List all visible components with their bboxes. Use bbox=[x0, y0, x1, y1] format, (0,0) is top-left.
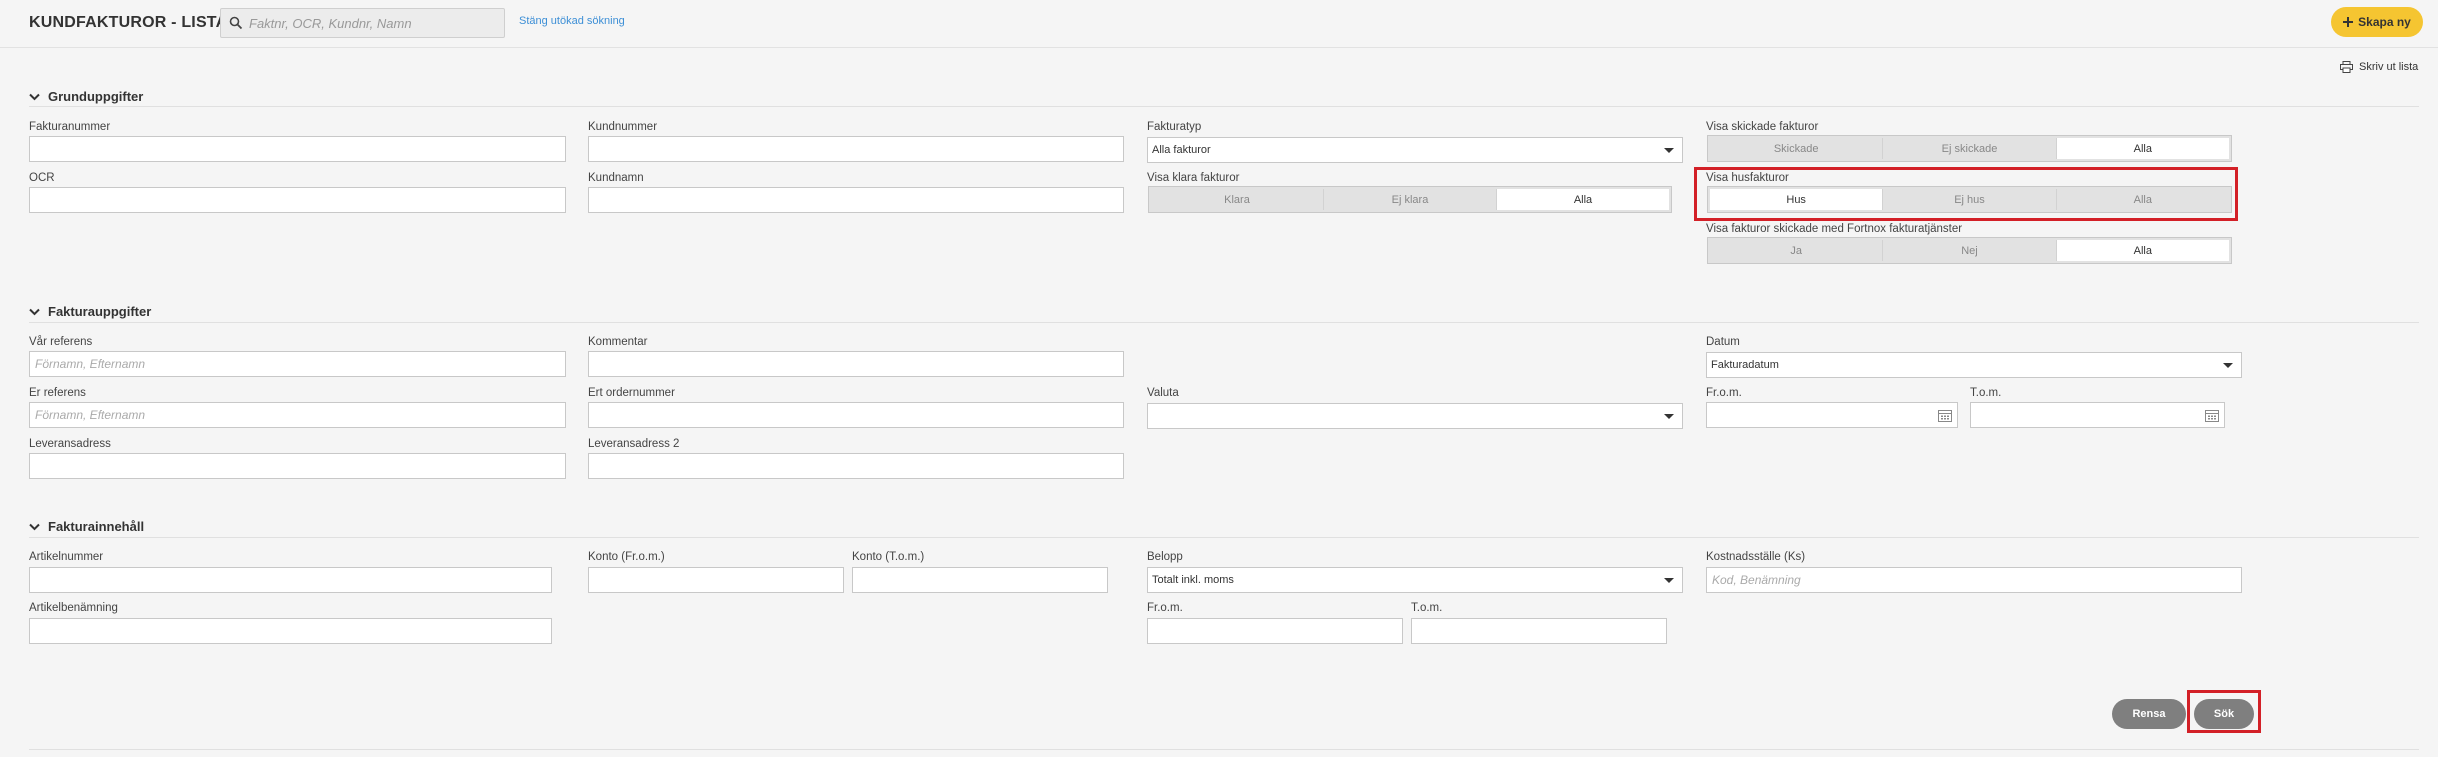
create-new-button[interactable]: Skapa ny bbox=[2331, 7, 2423, 37]
show-fortnox-option-all[interactable]: Alla bbox=[2056, 240, 2229, 261]
currency-select[interactable] bbox=[1147, 403, 1683, 429]
delivery-address-label: Leveransadress bbox=[29, 438, 111, 450]
our-reference-input[interactable] bbox=[29, 351, 566, 377]
section-content-heading: Fakturainnehåll bbox=[48, 519, 145, 534]
article-name-input[interactable] bbox=[29, 618, 552, 644]
calendar-icon[interactable] bbox=[2205, 409, 2219, 422]
show-fortnox-toggle[interactable]: Ja Nej Alla bbox=[1707, 237, 2232, 264]
delivery-address2-input[interactable] bbox=[588, 453, 1124, 479]
section-invoice-toggle[interactable]: Fakturauppgifter bbox=[29, 304, 151, 319]
print-list-link[interactable]: Skriv ut lista bbox=[2340, 61, 2418, 73]
invoice-number-label: Fakturanummer bbox=[29, 121, 111, 133]
comment-label: Kommentar bbox=[588, 336, 648, 348]
currency-label: Valuta bbox=[1147, 387, 1179, 399]
show-sent-toggle[interactable]: Skickade Ej skickade Alla bbox=[1707, 135, 2232, 162]
amount-type-select[interactable]: Totalt inkl. moms bbox=[1147, 567, 1683, 593]
amount-type-value: Totalt inkl. moms bbox=[1152, 574, 1234, 586]
date-label: Datum bbox=[1706, 336, 1740, 348]
section-invoice-heading: Fakturauppgifter bbox=[48, 304, 152, 319]
invoice-type-select[interactable]: Alla fakturor bbox=[1147, 137, 1683, 163]
cost-center-input[interactable] bbox=[1706, 567, 2242, 593]
create-new-label: Skapa ny bbox=[2358, 15, 2411, 29]
calendar-icon[interactable] bbox=[1938, 409, 1952, 422]
order-number-input[interactable] bbox=[588, 402, 1124, 428]
amount-label: Belopp bbox=[1147, 551, 1183, 563]
comment-input[interactable] bbox=[588, 351, 1124, 377]
page-title: KUNDFAKTUROR - LISTA bbox=[29, 14, 228, 31]
your-reference-input[interactable] bbox=[29, 402, 566, 428]
date-type-value: Fakturadatum bbox=[1711, 359, 1779, 371]
cost-center-label: Kostnadsställe (Ks) bbox=[1706, 551, 1806, 563]
date-to-label: T.o.m. bbox=[1970, 387, 2002, 399]
delivery-address2-label: Leveransadress 2 bbox=[588, 438, 680, 450]
search-input[interactable] bbox=[245, 9, 500, 37]
show-sent-option-sent[interactable]: Skickade bbox=[1710, 138, 1884, 159]
customer-name-input[interactable] bbox=[588, 187, 1124, 213]
chevron-down-icon bbox=[29, 523, 40, 530]
amount-from-input[interactable] bbox=[1147, 618, 1403, 644]
print-list-label: Skriv ut lista bbox=[2359, 61, 2419, 73]
top-bar: KUNDFAKTUROR - LISTA Stäng utökad söknin… bbox=[0, 0, 2438, 48]
section-basic-toggle[interactable]: Grunduppgifter bbox=[29, 89, 143, 104]
section-divider bbox=[29, 106, 2419, 107]
section-divider bbox=[29, 322, 2419, 323]
show-sent-option-not-sent[interactable]: Ej skickade bbox=[1883, 138, 2057, 159]
amount-to-input[interactable] bbox=[1411, 618, 1667, 644]
date-from-input[interactable] bbox=[1706, 402, 1958, 428]
delivery-address-input[interactable] bbox=[29, 453, 566, 479]
account-from-label: Konto (Fr.o.m.) bbox=[588, 551, 665, 563]
plus-icon bbox=[2343, 17, 2354, 27]
section-content-toggle[interactable]: Fakturainnehåll bbox=[29, 519, 144, 534]
account-from-input[interactable] bbox=[588, 567, 844, 593]
show-sent-label: Visa skickade fakturor bbox=[1706, 121, 1819, 133]
highlight-box-house-filter bbox=[1694, 167, 2238, 221]
quick-search-box[interactable] bbox=[220, 8, 505, 38]
article-name-label: Artikelbenämning bbox=[29, 602, 118, 614]
amount-to-label: T.o.m. bbox=[1411, 602, 1443, 614]
show-ready-label: Visa klara fakturor bbox=[1147, 172, 1240, 184]
customer-number-input[interactable] bbox=[588, 136, 1124, 162]
account-to-input[interactable] bbox=[852, 567, 1108, 593]
amount-from-label: Fr.o.m. bbox=[1147, 602, 1183, 614]
show-ready-option-all[interactable]: Alla bbox=[1497, 189, 1669, 210]
search-icon bbox=[229, 16, 243, 30]
order-number-label: Ert ordernummer bbox=[588, 387, 675, 399]
highlight-box-search-button bbox=[2187, 690, 2261, 733]
show-fortnox-option-no[interactable]: Nej bbox=[1883, 240, 2057, 261]
article-number-label: Artikelnummer bbox=[29, 551, 104, 563]
chevron-down-icon bbox=[2223, 363, 2233, 368]
invoice-number-input[interactable] bbox=[29, 136, 566, 162]
chevron-down-icon bbox=[1664, 578, 1674, 583]
chevron-down-icon bbox=[29, 93, 40, 100]
chevron-down-icon bbox=[29, 308, 40, 315]
customer-name-label: Kundnamn bbox=[588, 172, 644, 184]
account-to-label: Konto (T.o.m.) bbox=[852, 551, 925, 563]
show-ready-option-ready[interactable]: Klara bbox=[1151, 189, 1324, 210]
printer-icon bbox=[2340, 61, 2353, 73]
section-divider bbox=[29, 537, 2419, 538]
your-reference-label: Er referens bbox=[29, 387, 86, 399]
clear-button[interactable]: Rensa bbox=[2112, 699, 2186, 729]
close-advanced-search-link[interactable]: Stäng utökad sökning bbox=[519, 15, 625, 27]
ocr-label: OCR bbox=[29, 172, 55, 184]
show-ready-option-not-ready[interactable]: Ej klara bbox=[1324, 189, 1497, 210]
show-ready-toggle[interactable]: Klara Ej klara Alla bbox=[1148, 186, 1672, 213]
section-basic-heading: Grunduppgifter bbox=[48, 89, 144, 104]
date-to-input[interactable] bbox=[1970, 402, 2225, 428]
our-reference-label: Vår referens bbox=[29, 336, 93, 348]
bottom-divider bbox=[29, 749, 2419, 750]
date-from-label: Fr.o.m. bbox=[1706, 387, 1742, 399]
article-number-input[interactable] bbox=[29, 567, 552, 593]
chevron-down-icon bbox=[1664, 414, 1674, 419]
customer-number-label: Kundnummer bbox=[588, 121, 658, 133]
invoice-type-label: Fakturatyp bbox=[1147, 121, 1202, 133]
show-sent-option-all[interactable]: Alla bbox=[2056, 138, 2229, 159]
show-fortnox-label: Visa fakturor skickade med Fortnox faktu… bbox=[1706, 223, 1963, 235]
date-type-select[interactable]: Fakturadatum bbox=[1706, 352, 2242, 378]
chevron-down-icon bbox=[1664, 148, 1674, 153]
show-fortnox-option-yes[interactable]: Ja bbox=[1710, 240, 1884, 261]
ocr-input[interactable] bbox=[29, 187, 566, 213]
invoice-type-value: Alla fakturor bbox=[1152, 144, 1211, 156]
